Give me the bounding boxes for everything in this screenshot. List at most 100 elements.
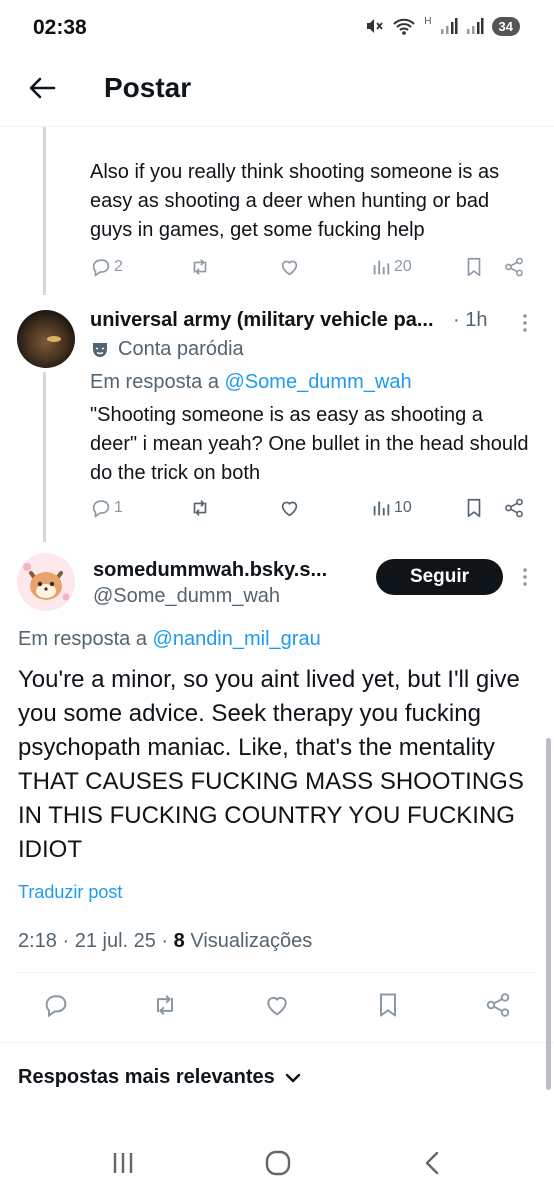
main-author-handle[interactable]: @Some_dumm_wah	[93, 585, 280, 608]
like-button[interactable]	[278, 256, 301, 278]
like-button[interactable]	[278, 497, 301, 519]
views-icon	[373, 260, 390, 275]
share-button[interactable]	[484, 991, 512, 1019]
repost-button[interactable]	[150, 991, 180, 1019]
bookmark-button[interactable]	[464, 497, 484, 519]
recent-apps-icon	[113, 1153, 133, 1173]
reply-context-prefix: Em resposta a	[90, 371, 219, 393]
main-author-avatar[interactable]	[17, 553, 75, 611]
share-icon	[505, 257, 523, 277]
scrollbar[interactable]	[546, 738, 551, 1090]
bookmark-button[interactable]	[375, 991, 401, 1019]
main-reply-context: Em resposta a @nandin_mil_grau	[18, 628, 321, 651]
repost-button[interactable]	[188, 497, 212, 519]
arrow-left-icon	[29, 77, 56, 99]
status-icons: H 34	[364, 16, 520, 36]
parody-label: Conta paródia	[118, 338, 244, 360]
views-button[interactable]: 10	[370, 497, 412, 519]
header-divider	[0, 126, 554, 127]
reply-context-link[interactable]: @Some_dumm_wah	[225, 371, 412, 393]
status-bar: 02:38 H 34	[0, 0, 554, 58]
meta-divider	[18, 972, 536, 973]
repost-icon	[193, 500, 207, 516]
views-count: 10	[394, 499, 412, 516]
chevron-left-icon	[425, 1151, 439, 1175]
page-title: Postar	[104, 72, 192, 103]
heart-icon	[267, 997, 287, 1016]
translate-post-link[interactable]: Traduzir post	[18, 882, 122, 903]
reply-context: Em resposta a @Some_dumm_wah	[90, 371, 412, 394]
share-button[interactable]	[503, 497, 525, 519]
prev-tweet-actions: 2 20	[90, 256, 530, 286]
repost-icon	[157, 994, 173, 1016]
system-nav-bar	[0, 1130, 554, 1200]
views-button[interactable]: 20	[370, 256, 412, 278]
reply-icon	[92, 500, 110, 518]
share-button[interactable]	[503, 256, 525, 278]
main-reply-context-link[interactable]: @nandin_mil_grau	[153, 628, 321, 650]
heart-icon	[281, 260, 298, 276]
status-time: 02:38	[33, 16, 87, 39]
network-type-label: H	[424, 15, 432, 27]
tweet-meta: 2:18 · 21 jul. 25 · 8 Visualizações	[18, 930, 312, 953]
reply-more-button[interactable]	[520, 312, 530, 339]
replies-sort-label: Respostas mais relevantes	[18, 1066, 275, 1088]
avatar-illustration	[18, 554, 74, 610]
signal-icon	[440, 18, 458, 34]
like-button[interactable]	[262, 991, 292, 1019]
views-count: 20	[394, 258, 412, 275]
reply-button[interactable]: 1	[90, 497, 123, 519]
heart-icon	[281, 501, 298, 517]
main-more-button[interactable]	[520, 566, 530, 593]
thread-line	[43, 372, 46, 542]
back-nav-button[interactable]	[422, 1150, 442, 1181]
avatar-highlight	[47, 336, 61, 342]
share-icon	[486, 993, 510, 1017]
reply-icon	[45, 995, 67, 1018]
chevron-down-icon	[285, 1073, 301, 1082]
prev-tweet-text: Also if you really think shooting someon…	[90, 161, 500, 241]
tweet-views-label: Visualizações	[190, 930, 313, 952]
share-icon	[505, 498, 523, 518]
bookmark-icon	[380, 993, 396, 1017]
main-tweet-actions	[0, 985, 554, 1031]
bookmark-button[interactable]	[464, 256, 484, 278]
reply-tweet-actions: 1 10	[90, 497, 530, 527]
tweet-date: 2:18 · 21 jul. 25 ·	[18, 930, 169, 952]
actions-divider	[0, 1042, 554, 1043]
recent-apps-button[interactable]	[110, 1150, 136, 1181]
reply-button[interactable]	[42, 991, 70, 1019]
mute-icon	[367, 19, 383, 33]
mask-icon	[93, 342, 107, 357]
reply-count: 2	[114, 258, 123, 275]
thread-line	[43, 127, 46, 295]
signal-icon-2	[466, 18, 484, 34]
home-button[interactable]	[264, 1150, 292, 1181]
tweet-views-count: 8	[173, 930, 185, 952]
reply-button[interactable]: 2	[90, 256, 123, 278]
more-vertical-icon	[523, 314, 527, 332]
reply-count: 1	[114, 499, 123, 516]
reply-time: · 1h	[453, 309, 488, 331]
reply-tweet-text: "Shooting someone is as easy as shooting…	[90, 404, 529, 484]
repost-button[interactable]	[188, 256, 212, 278]
main-tweet-text: You're a minor, so you aint lived yet, b…	[18, 666, 524, 863]
reply-author-avatar[interactable]	[17, 310, 75, 368]
repost-icon	[193, 259, 207, 275]
bookmark-icon	[467, 257, 481, 277]
main-reply-context-prefix: Em resposta a	[18, 628, 147, 650]
more-vertical-icon	[523, 568, 527, 586]
replies-sort-dropdown[interactable]: Respostas mais relevantes	[18, 1066, 301, 1089]
bookmark-icon	[467, 498, 481, 518]
main-author-name[interactable]: somedummwah.bsky.s...	[93, 559, 327, 582]
views-icon	[373, 501, 390, 516]
parody-row: Conta paródia	[90, 338, 244, 361]
reply-icon	[92, 259, 110, 277]
wifi-icon	[393, 18, 416, 35]
follow-button[interactable]: Seguir	[376, 559, 503, 595]
top-app-bar: Postar	[0, 58, 554, 122]
back-button[interactable]	[22, 70, 62, 106]
battery-indicator: 34	[491, 16, 520, 36]
reply-author-name[interactable]: universal army (military vehicle pa...	[90, 309, 434, 332]
home-icon	[265, 1150, 291, 1176]
